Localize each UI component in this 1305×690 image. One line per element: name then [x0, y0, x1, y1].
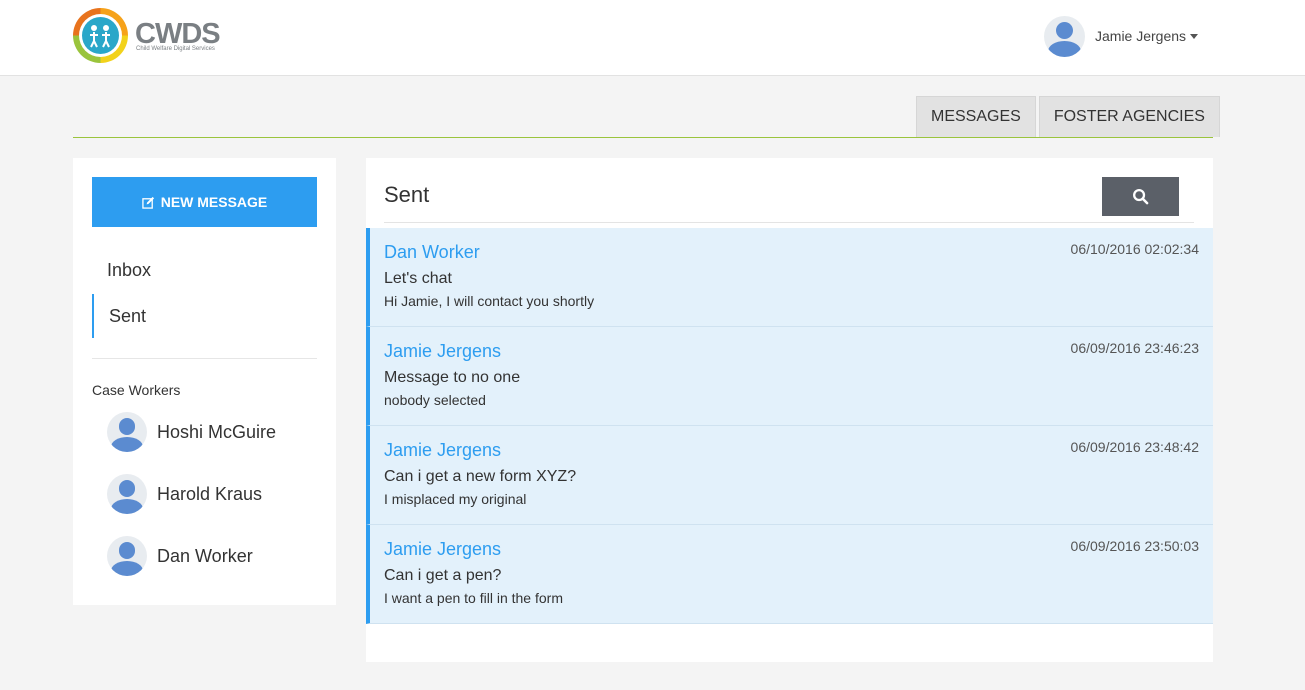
- sidebar-divider: [92, 358, 317, 359]
- case-worker-item[interactable]: Hoshi McGuire: [107, 412, 276, 452]
- sidebar-item-inbox[interactable]: Inbox: [92, 248, 317, 292]
- message-preview: Hi Jamie, I will contact you shortly: [384, 293, 595, 309]
- user-menu[interactable]: Jamie Jergens: [1044, 15, 1199, 57]
- message-list: Dan Worker 06/10/2016 02:02:34 Let's cha…: [366, 228, 1213, 624]
- message-row[interactable]: Jamie Jergens 06/09/2016 23:48:42 Can i …: [366, 426, 1213, 525]
- sidebar-item-label: Sent: [109, 305, 147, 326]
- logo-emblem: [73, 8, 128, 63]
- case-worker-name: Dan Worker: [157, 545, 253, 566]
- tab-foster-agencies[interactable]: FOSTER AGENCIES: [1038, 96, 1220, 137]
- tab-messages[interactable]: MESSAGES: [916, 96, 1036, 137]
- case-worker-name: Harold Kraus: [157, 483, 263, 504]
- message-row[interactable]: Dan Worker 06/10/2016 02:02:34 Let's cha…: [366, 228, 1213, 327]
- sidebar: NEW MESSAGE Inbox Sent Case Workers Hosh…: [73, 158, 336, 605]
- sidebar-item-sent[interactable]: Sent: [92, 294, 317, 338]
- title-divider: [384, 222, 1194, 223]
- tab-underline: [73, 137, 1213, 138]
- page-title: Sent: [384, 182, 430, 207]
- user-avatar: [1044, 15, 1085, 57]
- top-bar: CWDS Child Welfare Digital Services Jami…: [0, 0, 1305, 76]
- case-workers-heading: Case Workers: [92, 382, 181, 398]
- message-timestamp: 06/09/2016 23:50:03: [1070, 538, 1199, 554]
- message-subject: Can i get a pen?: [384, 567, 502, 584]
- sidebar-item-label: Inbox: [107, 259, 152, 280]
- message-timestamp: 06/09/2016 23:46:23: [1070, 340, 1199, 356]
- message-timestamp: 06/10/2016 02:02:34: [1070, 241, 1199, 257]
- main-tabs: MESSAGES FOSTER AGENCIES: [916, 96, 1220, 137]
- brand-name: CWDS: [135, 18, 221, 50]
- avatar: [107, 536, 147, 576]
- message-preview: I misplaced my original: [384, 491, 527, 507]
- case-worker-item[interactable]: Dan Worker: [107, 536, 253, 576]
- message-subject: Message to no one: [384, 369, 521, 386]
- message-row[interactable]: Jamie Jergens 06/09/2016 23:50:03 Can i …: [366, 525, 1213, 624]
- cwds-logo[interactable]: CWDS Child Welfare Digital Services: [73, 8, 223, 64]
- message-subject: Can i get a new form XYZ?: [384, 468, 577, 485]
- case-worker-name: Hoshi McGuire: [157, 421, 277, 442]
- message-row[interactable]: Jamie Jergens 06/09/2016 23:46:23 Messag…: [366, 327, 1213, 426]
- search-icon: [1133, 189, 1149, 205]
- new-message-label: NEW MESSAGE: [160, 194, 268, 210]
- brand-tagline: Child Welfare Digital Services: [136, 46, 215, 52]
- message-sender[interactable]: Dan Worker: [384, 242, 480, 263]
- case-worker-item[interactable]: Harold Kraus: [107, 474, 262, 514]
- message-subject: Let's chat: [384, 270, 452, 287]
- avatar: [107, 474, 147, 514]
- message-sender[interactable]: Jamie Jergens: [384, 440, 501, 461]
- message-sender[interactable]: Jamie Jergens: [384, 341, 501, 362]
- message-preview: nobody selected: [384, 392, 486, 408]
- message-panel: Sent Dan Worker 06/10/2016 02:02:34 Let'…: [366, 158, 1213, 662]
- search-button[interactable]: [1102, 177, 1179, 216]
- user-name: Jamie Jergens: [1095, 28, 1187, 44]
- message-timestamp: 06/09/2016 23:48:42: [1070, 439, 1199, 455]
- caret-down-icon: [1190, 33, 1199, 39]
- avatar: [107, 412, 147, 452]
- message-sender[interactable]: Jamie Jergens: [384, 539, 501, 560]
- new-message-button[interactable]: NEW MESSAGE: [92, 177, 317, 227]
- pencil-square-icon: [141, 196, 154, 209]
- message-preview: I want a pen to fill in the form: [384, 590, 563, 606]
